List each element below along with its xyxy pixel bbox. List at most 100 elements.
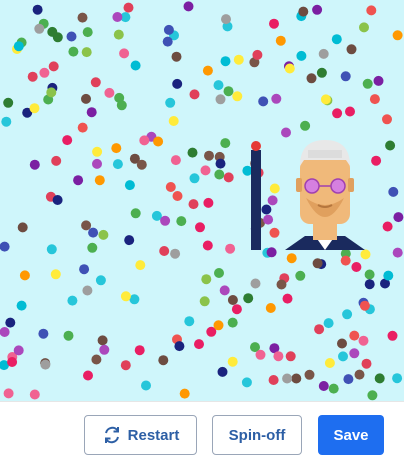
confetti-dot	[139, 135, 150, 146]
confetti-dot	[291, 373, 302, 384]
confetti-dot	[135, 260, 146, 271]
confetti-dot	[171, 51, 182, 62]
confetti-dot	[323, 318, 334, 329]
confetti-dot	[221, 14, 231, 25]
confetti-dot	[387, 330, 398, 341]
confetti-dot	[304, 369, 315, 380]
confetti-dot	[328, 383, 339, 394]
confetti-dot	[112, 159, 123, 170]
confetti-dot	[340, 71, 351, 82]
confetti-dot	[172, 191, 183, 201]
confetti-dot	[38, 328, 49, 339]
confetti-dot	[312, 4, 323, 15]
save-button[interactable]: Save	[318, 415, 384, 455]
confetti-dot	[120, 291, 131, 302]
confetti-dot	[34, 23, 45, 34]
confetti-dot	[99, 344, 110, 355]
confetti-dot	[227, 295, 238, 305]
confetti-dot	[79, 264, 90, 275]
confetti-dot	[170, 248, 181, 259]
confetti-dot	[124, 180, 135, 191]
confetti-dot	[359, 300, 370, 311]
confetti-dot	[86, 107, 97, 118]
confetti-dot	[364, 269, 375, 280]
confetti-dot	[176, 216, 187, 227]
confetti-dot	[219, 285, 230, 296]
spin-off-button[interactable]: Spin-off	[212, 415, 302, 455]
confetti-dot	[67, 295, 78, 306]
confetti-dot	[286, 253, 297, 264]
project-stage[interactable]	[0, 0, 404, 401]
confetti-dot	[275, 35, 286, 46]
confetti-dot	[88, 227, 99, 238]
confetti-dot	[199, 296, 210, 307]
confetti-dot	[51, 155, 62, 166]
confetti-dot	[39, 67, 50, 78]
confetti-dot	[265, 303, 276, 313]
confetti-dot	[7, 357, 18, 367]
confetti-dot	[68, 46, 79, 57]
confetti-dot	[0, 327, 10, 337]
confetti-dot	[250, 278, 261, 289]
confetti-dot	[141, 380, 151, 391]
confetti-dot	[47, 26, 58, 37]
confetti-dot	[184, 316, 195, 327]
restart-button[interactable]: Restart	[84, 415, 197, 455]
confetti-dot	[194, 339, 204, 350]
confetti-dot	[163, 24, 174, 35]
refresh-icon	[104, 426, 119, 444]
confetti-dot	[62, 135, 73, 146]
confetti-dot	[392, 30, 403, 41]
confetti-dot	[362, 78, 373, 89]
confetti-dot	[373, 75, 384, 86]
confetti-dot	[165, 97, 176, 108]
confetti-dot	[312, 258, 323, 269]
confetti-dot	[351, 262, 362, 272]
confetti-dot	[269, 18, 279, 29]
confetti-dot	[300, 120, 311, 131]
confetti-dot	[160, 215, 171, 226]
confetti-dot	[159, 246, 170, 256]
confetti-dot	[331, 34, 342, 45]
confetti-dot	[63, 330, 74, 341]
confetti-dot	[29, 159, 40, 170]
spin-off-label: Spin-off	[228, 426, 286, 444]
character-sprite[interactable]	[285, 140, 365, 250]
confetti-dot	[129, 294, 140, 305]
confetti-dot	[94, 175, 105, 186]
confetti-dot	[1, 116, 12, 127]
confetti-dot	[343, 374, 354, 385]
confetti-dot	[95, 275, 106, 286]
confetti-dot	[3, 97, 14, 108]
restart-label: Restart	[127, 426, 180, 444]
confetti-dot	[241, 377, 252, 388]
confetti-dot	[223, 172, 234, 183]
confetti-dot	[5, 317, 16, 328]
bottom-toolbar: Restart Spin-off Save	[0, 401, 404, 464]
confetti-dot	[388, 186, 399, 197]
confetti-dot	[223, 86, 234, 97]
confetti-dot	[392, 373, 403, 384]
confetti-dot	[316, 67, 327, 78]
confetti-dot	[195, 222, 205, 233]
confetti-dot	[369, 94, 380, 105]
confetti-dot	[165, 182, 176, 192]
confetti-dot	[81, 93, 91, 104]
confetti-dot	[338, 351, 348, 362]
confetti-dot	[227, 317, 238, 328]
confetti-dot	[282, 293, 293, 304]
confetti-dot	[90, 77, 101, 88]
confetti-dot	[383, 270, 394, 281]
confetti-dot	[285, 351, 296, 362]
confetti-dot	[269, 227, 280, 238]
confetti-dot	[318, 381, 329, 391]
confetti-dot	[48, 61, 59, 72]
confetti-dot	[220, 138, 231, 149]
confetti-dot	[52, 195, 63, 205]
confetti-dot	[366, 5, 377, 16]
confetti-dot	[92, 158, 102, 169]
confetti-dot	[273, 351, 284, 362]
confetti-dot	[263, 214, 274, 225]
confetti-dot	[242, 165, 253, 176]
confetti-dot	[188, 199, 199, 210]
